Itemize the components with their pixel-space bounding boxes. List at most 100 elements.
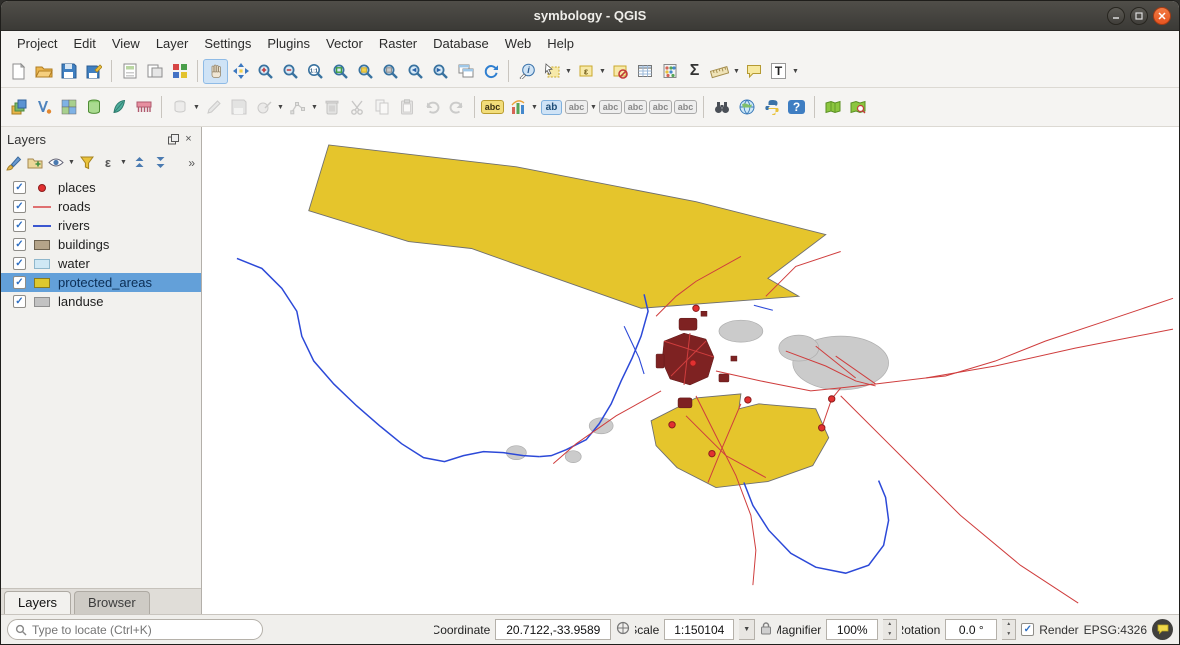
measure-dropdown-icon[interactable]: ▼ bbox=[732, 68, 741, 75]
expand-all-icon[interactable] bbox=[129, 153, 149, 173]
select-features-dropdown-icon[interactable]: ▼ bbox=[564, 68, 573, 75]
locate-box[interactable] bbox=[7, 619, 263, 640]
open-project-icon[interactable] bbox=[31, 59, 56, 84]
diagram-dropdown-icon[interactable]: ▼ bbox=[530, 104, 539, 111]
titlebar[interactable]: symbology - QGIS bbox=[1, 1, 1179, 31]
add-feature-icon[interactable] bbox=[251, 95, 276, 120]
save-project-icon[interactable] bbox=[56, 59, 81, 84]
undo-icon[interactable] bbox=[419, 95, 444, 120]
add-group-icon[interactable] bbox=[25, 153, 45, 173]
cut-features-icon[interactable] bbox=[344, 95, 369, 120]
rotate-label-icon[interactable]: abc bbox=[648, 95, 673, 120]
panel-overflow-icon[interactable]: » bbox=[188, 156, 198, 170]
zoom-full-icon[interactable] bbox=[328, 59, 353, 84]
spin-up-icon[interactable]: ▲ bbox=[1002, 620, 1015, 630]
select-by-expression-icon[interactable]: ε bbox=[573, 59, 598, 84]
annotation-dropdown-icon[interactable]: ▼ bbox=[791, 68, 800, 75]
select-features-icon[interactable] bbox=[539, 59, 564, 84]
magnifier-field[interactable] bbox=[826, 619, 878, 640]
coordinate-field[interactable] bbox=[495, 619, 611, 640]
locate-input[interactable] bbox=[32, 623, 255, 637]
menu-database[interactable]: Database bbox=[425, 34, 497, 53]
style-manager-icon[interactable] bbox=[167, 59, 192, 84]
current-edits-icon[interactable] bbox=[167, 95, 192, 120]
open-attribute-table-icon[interactable] bbox=[632, 59, 657, 84]
scale-field[interactable] bbox=[664, 619, 734, 640]
layer-checkbox[interactable]: ✓ bbox=[13, 276, 26, 289]
minimize-icon[interactable] bbox=[1107, 7, 1125, 25]
delete-selected-icon[interactable] bbox=[319, 95, 344, 120]
zoom-in-icon[interactable] bbox=[253, 59, 278, 84]
zoom-to-layer-icon[interactable] bbox=[378, 59, 403, 84]
labeling-single-icon[interactable]: ab bbox=[539, 95, 564, 120]
panel-close-icon[interactable]: × bbox=[181, 132, 196, 147]
open-layer-styling-icon[interactable] bbox=[4, 153, 24, 173]
digitize-dropdown-icon[interactable]: ▼ bbox=[276, 104, 285, 111]
select-by-expression-dropdown-icon[interactable]: ▼ bbox=[598, 68, 607, 75]
menu-settings[interactable]: Settings bbox=[196, 34, 259, 53]
rotation-spinner[interactable]: ▲▼ bbox=[1002, 619, 1016, 640]
layer-label[interactable]: water bbox=[58, 256, 90, 271]
new-project-icon[interactable] bbox=[6, 59, 31, 84]
layer-checkbox[interactable]: ✓ bbox=[13, 295, 26, 308]
open-data-source-manager-icon[interactable] bbox=[6, 95, 31, 120]
quickmap-services-icon[interactable] bbox=[820, 95, 845, 120]
magnifier-spinner[interactable]: ▲▼ bbox=[883, 619, 897, 640]
map-tips-icon[interactable] bbox=[741, 59, 766, 84]
layer-row-buildings[interactable]: ✓ buildings bbox=[1, 235, 201, 254]
messages-button[interactable] bbox=[1152, 619, 1173, 640]
layer-row-rivers[interactable]: ✓ rivers bbox=[1, 216, 201, 235]
pin-labels-icon[interactable]: abc bbox=[564, 95, 589, 120]
menu-edit[interactable]: Edit bbox=[65, 34, 103, 53]
rotation-input[interactable] bbox=[946, 623, 996, 637]
field-calculator-icon[interactable] bbox=[657, 59, 682, 84]
panel-float-icon[interactable] bbox=[166, 132, 181, 147]
new-print-layout-icon[interactable] bbox=[117, 59, 142, 84]
menu-vector[interactable]: Vector bbox=[318, 34, 371, 53]
paste-features-icon[interactable] bbox=[394, 95, 419, 120]
close-icon[interactable] bbox=[1153, 7, 1171, 25]
layer-label[interactable]: protected_areas bbox=[58, 275, 152, 290]
render-toggle[interactable]: ✓ Render bbox=[1021, 623, 1078, 637]
layer-label[interactable]: buildings bbox=[58, 237, 109, 252]
menu-view[interactable]: View bbox=[104, 34, 148, 53]
refresh-icon[interactable] bbox=[478, 59, 503, 84]
map-canvas[interactable] bbox=[202, 127, 1179, 614]
zoom-last-icon[interactable] bbox=[403, 59, 428, 84]
pan-to-selection-icon[interactable] bbox=[228, 59, 253, 84]
copy-features-icon[interactable] bbox=[369, 95, 394, 120]
highlight-labels-icon[interactable]: abc bbox=[598, 95, 623, 120]
current-edits-dropdown-icon[interactable]: ▼ bbox=[192, 104, 201, 111]
measure-icon[interactable] bbox=[707, 59, 732, 84]
pan-map-icon[interactable] bbox=[203, 59, 228, 84]
change-label-icon[interactable]: abc bbox=[673, 95, 698, 120]
zoom-to-selection-icon[interactable] bbox=[353, 59, 378, 84]
metasearch-icon[interactable] bbox=[845, 95, 870, 120]
zoom-native-icon[interactable]: 1:1 bbox=[303, 59, 328, 84]
coordinate-input[interactable] bbox=[496, 623, 610, 637]
statistics-icon[interactable]: Σ bbox=[682, 59, 707, 84]
osm-globe-icon[interactable] bbox=[734, 95, 759, 120]
expression-dropdown-icon[interactable]: ▼ bbox=[119, 159, 128, 166]
menu-raster[interactable]: Raster bbox=[371, 34, 425, 53]
spin-up-icon[interactable]: ▲ bbox=[883, 620, 896, 630]
help-icon[interactable]: ? bbox=[784, 95, 809, 120]
redo-icon[interactable] bbox=[444, 95, 469, 120]
deselect-features-icon[interactable] bbox=[607, 59, 632, 84]
menu-project[interactable]: Project bbox=[9, 34, 65, 53]
move-label-icon[interactable]: abc bbox=[623, 95, 648, 120]
new-temporary-scratch-layer-icon[interactable] bbox=[131, 95, 156, 120]
manage-map-themes-icon[interactable] bbox=[46, 153, 66, 173]
rotation-field[interactable] bbox=[945, 619, 997, 640]
toggle-editing-icon[interactable] bbox=[201, 95, 226, 120]
menu-web[interactable]: Web bbox=[497, 34, 540, 53]
vertex-tool-icon[interactable] bbox=[285, 95, 310, 120]
layer-labeling-icon[interactable]: abc bbox=[480, 95, 505, 120]
pin-labels-dropdown-icon[interactable]: ▼ bbox=[589, 104, 598, 111]
layer-row-roads[interactable]: ✓ roads bbox=[1, 197, 201, 216]
nominatim-search-icon[interactable] bbox=[709, 95, 734, 120]
scale-dropdown-icon[interactable]: ▼ bbox=[739, 619, 755, 640]
layer-checkbox[interactable]: ✓ bbox=[13, 181, 26, 194]
render-checkbox[interactable]: ✓ bbox=[1021, 623, 1034, 636]
vertex-tool-dropdown-icon[interactable]: ▼ bbox=[310, 104, 319, 111]
